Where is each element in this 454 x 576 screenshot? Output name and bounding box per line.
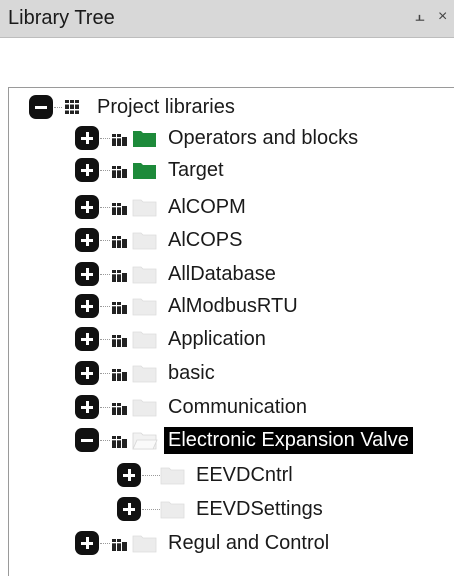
expand-icon[interactable] [75,531,99,555]
tree-child-item[interactable]: EEVDSettings [117,494,327,524]
folder-green-icon [133,131,156,147]
folder-grey-icon [132,298,157,316]
tree-item-label: AllDatabase [168,262,276,285]
tree-item-label: Communication [168,395,307,418]
panel-titlebar: Library Tree ⫠ × [0,0,454,38]
tree-item[interactable]: Communication [75,392,311,422]
tree-item-label: AlCOPM [168,195,246,218]
tree-item-label: Target [168,158,224,181]
tree-item[interactable]: Target [75,155,228,185]
close-icon[interactable]: × [438,8,447,26]
collapse-icon[interactable] [75,428,99,452]
expand-icon[interactable] [75,262,99,286]
tree-item-label: Electronic Expansion Valve [164,426,413,454]
pin-icon[interactable]: ⫠ [415,8,425,26]
tree-child-item[interactable]: EEVDCntrl [117,460,297,490]
library-tree: Project libraries Operators and blocks T… [8,87,454,576]
tree-root-label: Project libraries [97,95,235,118]
expand-icon[interactable] [75,158,99,182]
folder-green-icon [133,163,156,179]
tree-root[interactable]: Project libraries [29,92,239,122]
folder-grey-icon [132,232,157,250]
tree-item-label: Operators and blocks [168,126,359,149]
folder-grey-icon [132,331,157,349]
expand-icon[interactable] [75,294,99,318]
library-icon [65,100,79,114]
folder-open-icon [132,432,158,450]
tree-item-label: basic [168,361,215,384]
tree-item-label: Regul and Control [168,531,330,554]
tree-item[interactable]: Application [75,324,270,354]
tree-item[interactable]: basic [75,358,219,388]
tree-item-label: AlCOPS [168,228,243,251]
tree-item[interactable]: AlModbusRTU [75,291,302,321]
collapse-icon[interactable] [29,95,53,119]
expand-icon[interactable] [75,228,99,252]
tree-item-label: AlModbusRTU [168,294,298,317]
expand-icon[interactable] [117,497,141,521]
tree-child-label: EEVDSettings [196,497,323,520]
folder-grey-icon [160,501,185,519]
tree-item[interactable]: Regul and Control [75,528,333,558]
expand-icon[interactable] [75,395,99,419]
tree-item[interactable]: AlCOPM [75,192,250,222]
folder-grey-icon [160,467,185,485]
expand-icon[interactable] [75,327,99,351]
folder-grey-icon [132,266,157,284]
expand-icon[interactable] [117,463,141,487]
tree-item-label: Application [168,327,266,350]
tree-item[interactable]: AlCOPS [75,225,246,255]
folder-grey-icon [132,199,157,217]
tree-item[interactable]: AllDatabase [75,259,280,289]
expand-icon[interactable] [75,126,99,150]
folder-grey-icon [132,535,157,553]
folder-grey-icon [132,399,157,417]
tree-child-label: EEVDCntrl [196,463,293,486]
expand-icon[interactable] [75,361,99,385]
tree-item[interactable]: Operators and blocks [75,123,362,153]
expand-icon[interactable] [75,195,99,219]
tree-item-selected[interactable]: Electronic Expansion Valve [75,425,413,455]
folder-grey-icon [132,365,157,383]
panel-title: Library Tree [8,7,115,29]
